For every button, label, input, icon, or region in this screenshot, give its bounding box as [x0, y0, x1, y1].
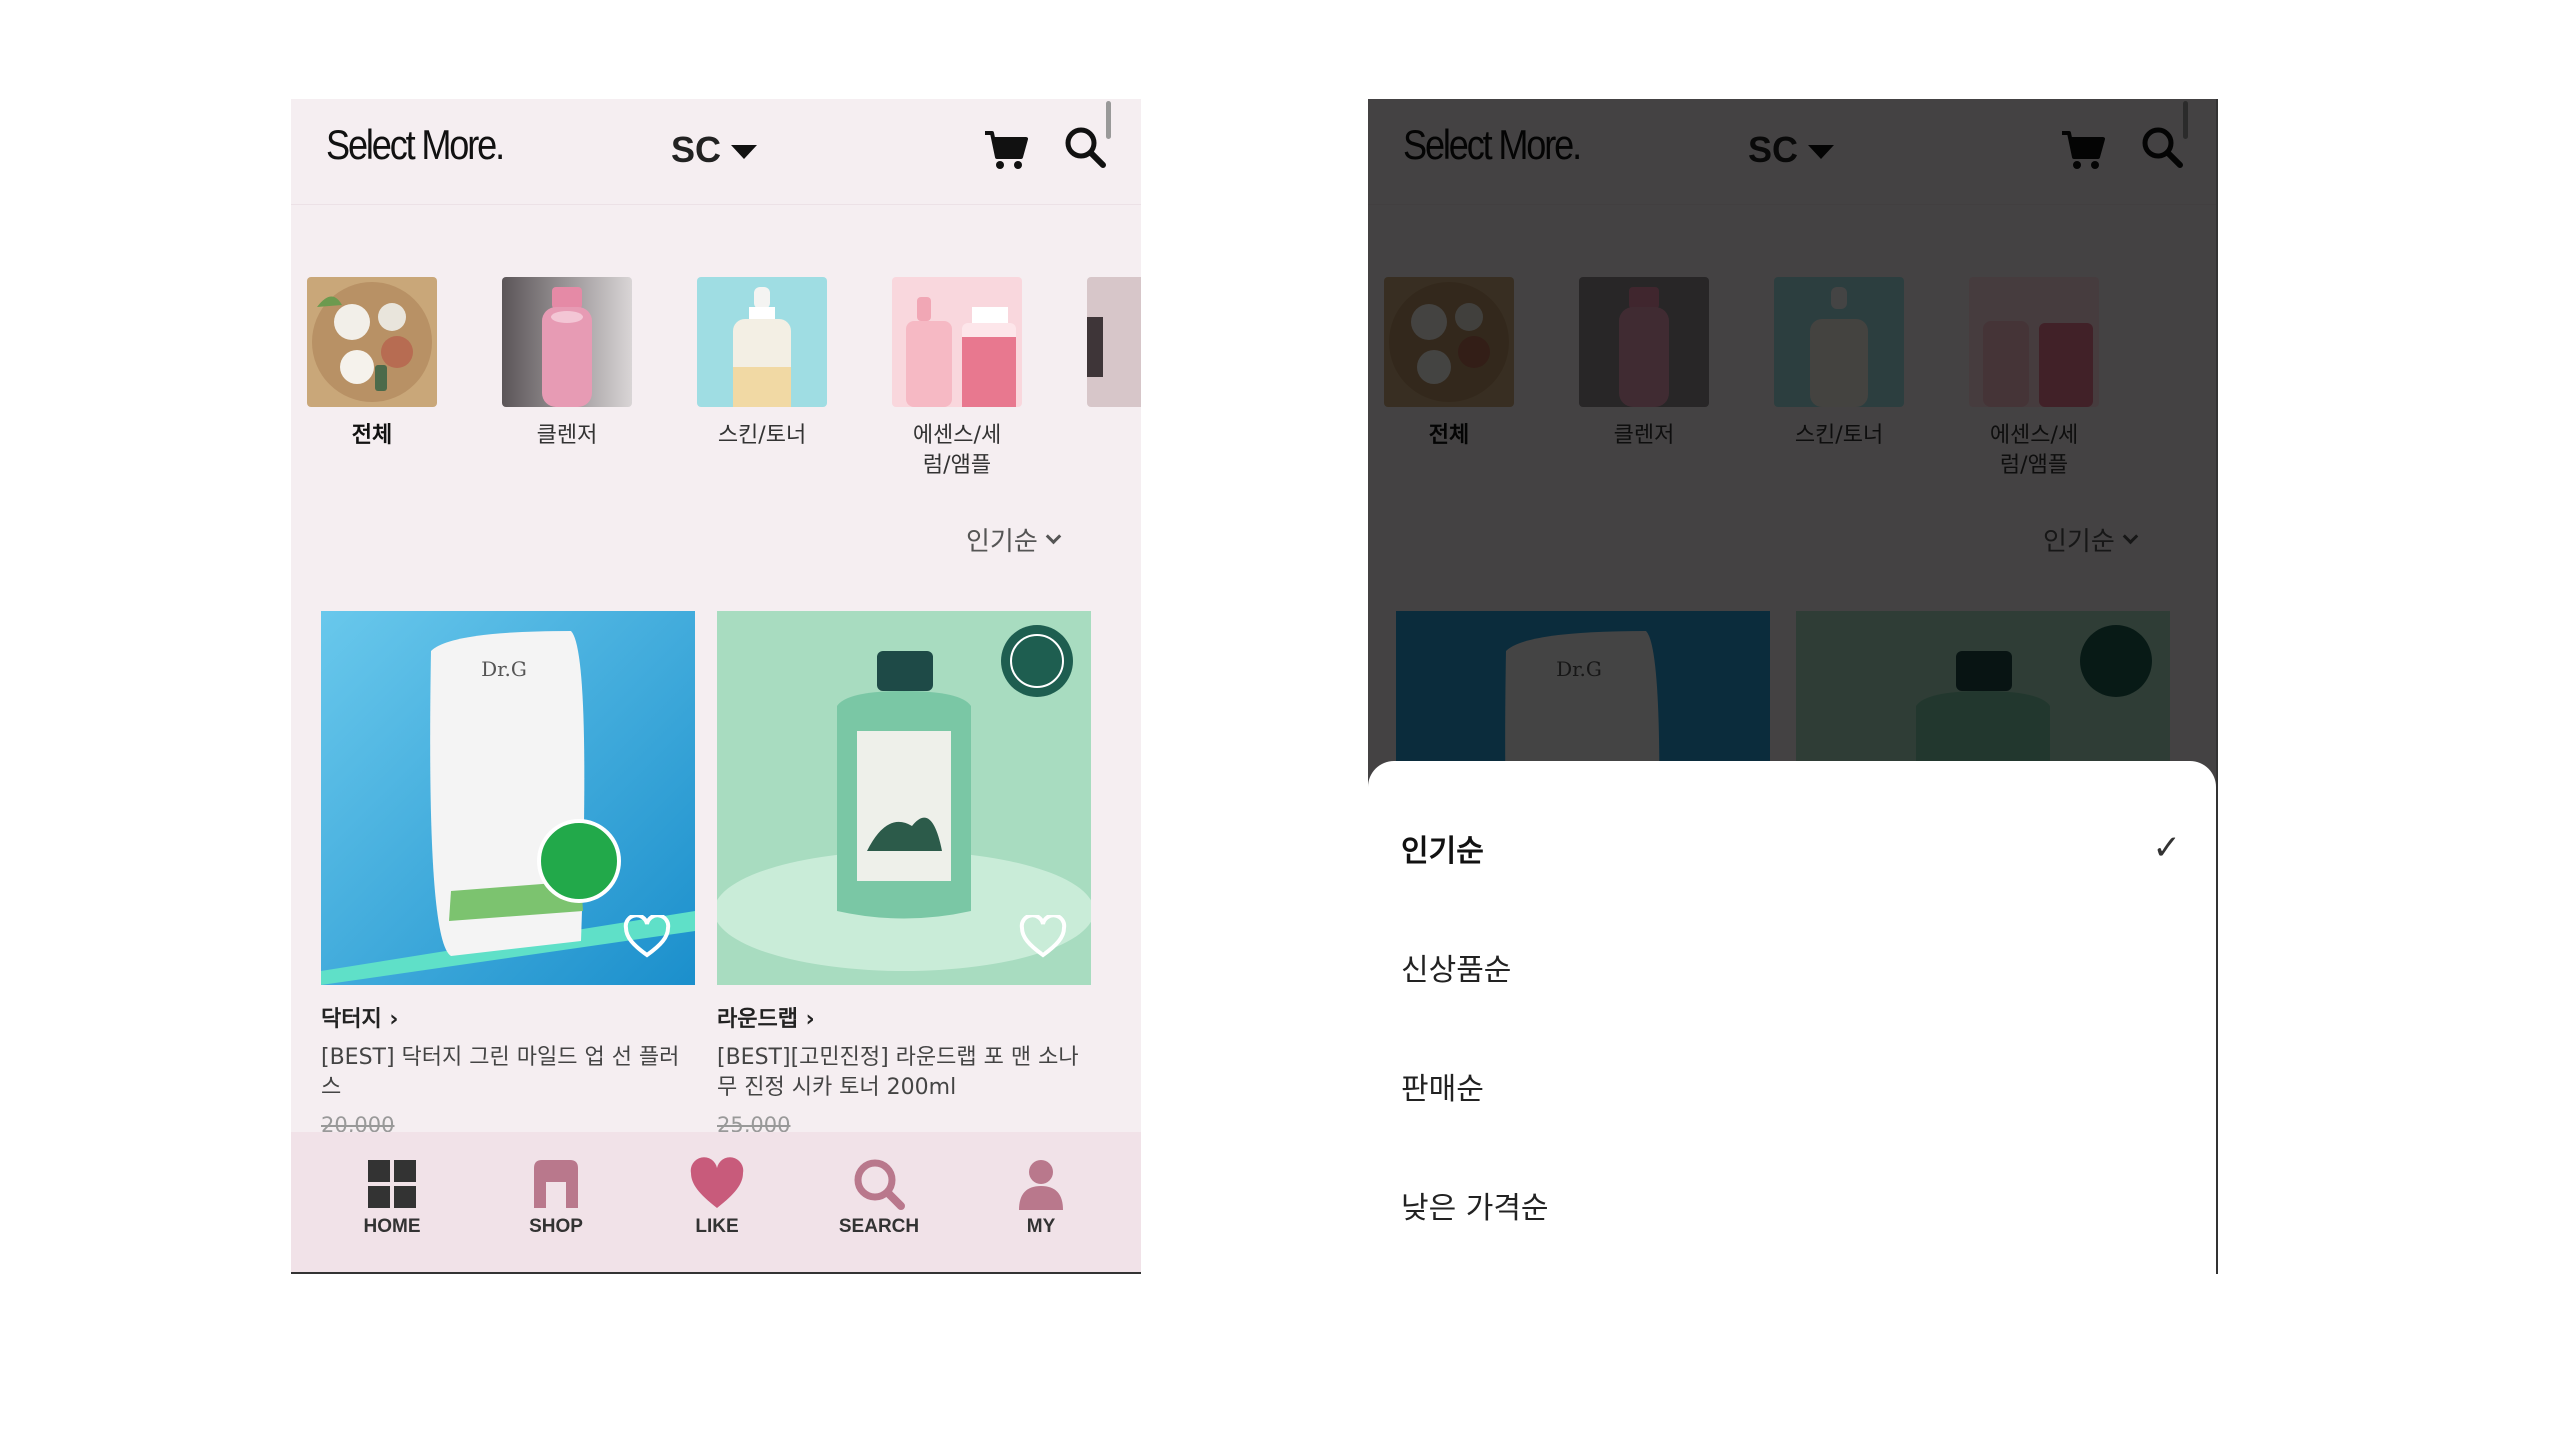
category-row: 전체 클렌저 스킨/토너 에센스/세 럼/앰플: [291, 259, 1141, 489]
search-icon: [854, 1159, 905, 1210]
sort-option-label: 신상품순: [1401, 953, 1512, 988]
sort-dropdown[interactable]: 인기순: [966, 521, 1062, 558]
sort-bottom-sheet: 인기순 ✓ 신상품순 판매순 낮은 가격순: [1368, 761, 2216, 1274]
tab-label: SEARCH: [838, 1216, 920, 1237]
search-icon[interactable]: [1063, 125, 1107, 169]
package-text: Dr.G: [481, 657, 527, 681]
category-label: 클렌저: [536, 423, 598, 448]
category-image: [697, 277, 827, 407]
product-image[interactable]: [717, 611, 1091, 985]
product-name[interactable]: [BEST][고민진정] 라운드랩 포 맨 소나무 진정 시카 토너 200ml: [717, 1043, 1091, 1103]
caret-down-icon: [731, 145, 758, 159]
app-screen-left: Select More. SC 전체 클렌저 스킨/토너 에센스/세 럼/앰플 …: [291, 99, 1141, 1274]
sort-option-popular[interactable]: 인기순 ✓: [1401, 808, 2181, 888]
grid-icon: [368, 1160, 416, 1208]
category-label: 스킨/토너: [717, 423, 807, 448]
top-header: Select More. SC: [291, 99, 1141, 205]
cart-icon[interactable]: [983, 127, 1029, 173]
category-image: [502, 277, 632, 407]
category-label: 전체: [351, 423, 393, 448]
tab-search[interactable]: SEARCH: [824, 1156, 934, 1238]
product-image[interactable]: Dr.G: [321, 611, 695, 985]
tab-label: LIKE: [695, 1216, 739, 1237]
heart-icon: [690, 1157, 744, 1208]
app-screen-right: Select More. SC: [1368, 99, 2218, 1274]
product-name[interactable]: [BEST] 닥터지 그린 마일드 업 선 플러스: [321, 1043, 695, 1103]
category-cleanser[interactable]: 클렌저: [502, 277, 632, 451]
check-icon: ✓: [2152, 828, 2182, 868]
heart-outline-icon[interactable]: [623, 915, 671, 959]
tab-label: SHOP: [529, 1216, 583, 1237]
tab-like[interactable]: LIKE: [662, 1156, 772, 1238]
tab-home[interactable]: HOME: [337, 1156, 447, 1238]
category-all[interactable]: 전체: [307, 277, 437, 451]
sort-option-label: 판매순: [1401, 1072, 1484, 1107]
product-brand[interactable]: 라운드랩 ›: [717, 1001, 1091, 1033]
tab-label: MY: [1026, 1216, 1056, 1237]
tab-label: HOME: [363, 1216, 421, 1237]
scroll-indicator: [1106, 101, 1111, 139]
sort-option-low-price[interactable]: 낮은 가격순: [1401, 1165, 2181, 1245]
sort-option-newest[interactable]: 신상품순: [1401, 927, 2181, 1007]
product-card[interactable]: 라운드랩 › [BEST][고민진정] 라운드랩 포 맨 소나무 진정 시카 토…: [717, 611, 1091, 1137]
category-essence[interactable]: 에센스/세 럼/앰플: [892, 277, 1022, 481]
logo[interactable]: Select More.: [326, 121, 505, 169]
chevron-down-icon: [1045, 528, 1062, 545]
category-skin-toner[interactable]: 스킨/토너: [697, 277, 827, 451]
sort-label: 인기순: [966, 527, 1038, 557]
tab-my[interactable]: MY: [986, 1156, 1096, 1238]
product-brand[interactable]: 닥터지 ›: [321, 1001, 695, 1033]
category-image: [892, 277, 1022, 407]
category-label: 에센스/세 럼/앰플: [912, 423, 1002, 478]
shop-icon: [534, 1160, 578, 1208]
heart-outline-icon[interactable]: [1019, 915, 1067, 959]
category-image: [1087, 277, 1141, 407]
category-image: [307, 277, 437, 407]
product-card[interactable]: Dr.G 닥터지 › [BEST] 닥터지 그린 마일드 업 선 플러스 20,…: [321, 611, 695, 1137]
category-more[interactable]: [1087, 277, 1141, 407]
region-label: SC: [671, 129, 722, 170]
tab-shop[interactable]: SHOP: [501, 1156, 611, 1238]
sort-option-label: 낮은 가격순: [1401, 1191, 1549, 1226]
region-selector[interactable]: SC: [671, 129, 758, 171]
sort-option-label: 인기순: [1401, 834, 1484, 869]
sort-option-sales[interactable]: 판매순: [1401, 1046, 2181, 1126]
user-icon: [1019, 1160, 1063, 1210]
bottom-tab-bar: HOME SHOP LIKE SEARCH MY: [291, 1132, 1141, 1272]
